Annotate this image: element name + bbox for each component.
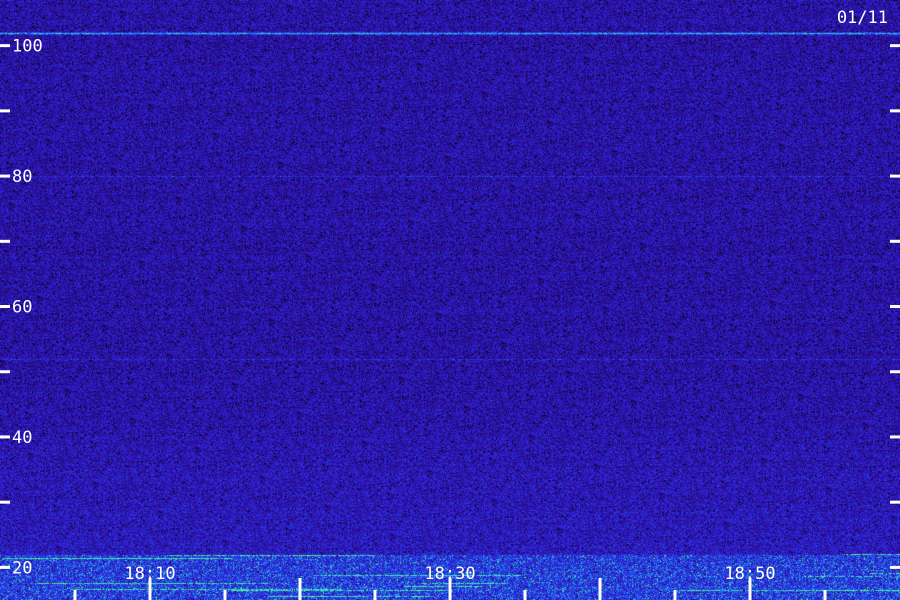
- x-tick-label: 18:30: [424, 564, 475, 584]
- y-axis: 20 40 60 80 100: [0, 37, 900, 578]
- y-tick-label: 20: [12, 558, 32, 578]
- spectrogram-chart: 20 40 60 80 100 18:10 18:30 18:50 01/11: [0, 0, 900, 600]
- y-tick-label: 40: [12, 428, 32, 448]
- x-tick-label: 18:10: [124, 564, 175, 584]
- x-tick-label: 18:50: [724, 564, 775, 584]
- date-label: 01/11: [837, 8, 888, 28]
- y-tick-label: 60: [12, 298, 32, 318]
- y-tick-label: 80: [12, 167, 32, 187]
- y-tick-label: 100: [12, 37, 43, 57]
- x-axis: 18:10 18:30 18:50: [73, 564, 827, 600]
- chart-axes: 20 40 60 80 100 18:10 18:30 18:50 01/11: [0, 8, 900, 600]
